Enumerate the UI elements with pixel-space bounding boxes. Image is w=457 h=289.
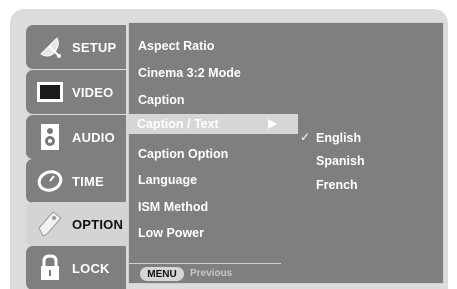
sidebar-item-option[interactable]: OPTION [26, 202, 128, 246]
caption-text-options: ✓ English Spanish French [280, 22, 444, 284]
option-submenu: Aspect Ratio Cinema 3:2 Mode Caption Cap… [128, 22, 281, 284]
speaker-icon [34, 121, 66, 153]
osd-menu-panel: SETUP VIDEO AUDIO TIME OPTION LOCK Aspec… [10, 9, 448, 289]
sidebar-item-label: VIDEO [72, 84, 114, 100]
sidebar-item-label: TIME [72, 173, 104, 189]
tag-icon [34, 208, 66, 240]
menu-button[interactable]: MENU [140, 267, 184, 281]
menu-footer: MENU Previous [128, 264, 281, 284]
submenu-item-language[interactable]: Language [138, 173, 197, 187]
submenu-item-caption-option[interactable]: Caption Option [138, 147, 228, 161]
satellite-dish-icon [34, 31, 66, 63]
submenu-item-ism-method[interactable]: ISM Method [138, 200, 208, 214]
option-english[interactable]: English [316, 131, 361, 145]
submenu-item-caption[interactable]: Caption [138, 93, 185, 107]
sidebar-item-setup[interactable]: SETUP [26, 25, 126, 69]
submenu-item-cinema-mode[interactable]: Cinema 3:2 Mode [138, 66, 241, 80]
arrow-right-icon [268, 119, 277, 129]
sidebar-item-label: OPTION [72, 216, 124, 232]
sidebar-item-label: LOCK [72, 260, 110, 276]
submenu-item-aspect-ratio[interactable]: Aspect Ratio [138, 39, 214, 53]
submenu-item-label: Caption / Text [137, 117, 219, 131]
option-spanish[interactable]: Spanish [316, 154, 365, 168]
check-mark-icon: ✓ [300, 130, 311, 144]
submenu-item-low-power[interactable]: Low Power [138, 226, 204, 240]
submenu-item-caption-text[interactable]: Caption / Text [127, 114, 298, 134]
clock-icon [34, 165, 66, 197]
previous-label: Previous [190, 268, 233, 279]
sidebar-item-video[interactable]: VIDEO [26, 70, 126, 114]
sidebar-item-label: AUDIO [72, 129, 115, 145]
sidebar-item-time[interactable]: TIME [26, 159, 126, 203]
option-french[interactable]: French [316, 178, 358, 192]
tv-screen-icon [34, 76, 66, 108]
sidebar-item-audio[interactable]: AUDIO [26, 115, 126, 159]
main-menu-sidebar: SETUP VIDEO AUDIO TIME OPTION LOCK [10, 9, 128, 289]
sidebar-item-label: SETUP [72, 39, 117, 55]
sidebar-item-lock[interactable]: LOCK [26, 246, 126, 289]
padlock-icon [34, 252, 66, 284]
